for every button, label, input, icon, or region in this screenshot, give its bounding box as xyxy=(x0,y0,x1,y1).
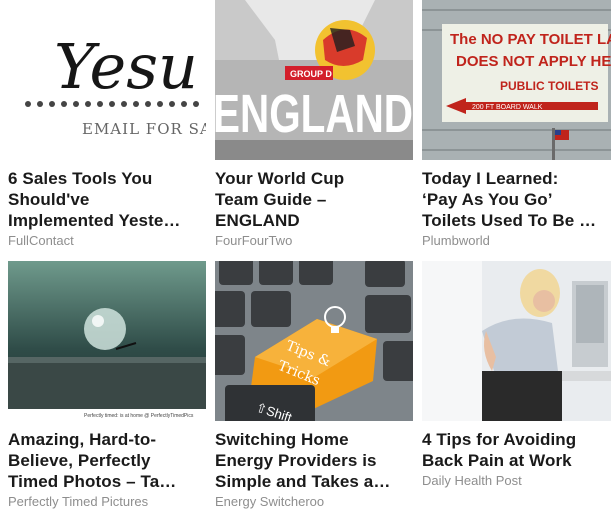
sign-line-3: PUBLIC TOILETS xyxy=(500,79,598,93)
keyboard-image: Tips & Tricks ⇧Shift xyxy=(215,261,413,421)
england-heading: ENGLAND xyxy=(215,84,413,144)
group-tag: GROUP D xyxy=(290,69,332,79)
sign-line-2: DOES NOT APPLY HERE xyxy=(456,53,611,70)
card-title[interactable]: Your World Cup Team Guide – ENGLAND xyxy=(215,168,421,231)
card-thumbnail[interactable]: Tips & Tricks ⇧Shift xyxy=(215,261,413,421)
card-thumbnail[interactable]: Perfectly timed: is at home @ PerfectlyT… xyxy=(8,261,206,421)
card-source: Plumbworld xyxy=(422,233,490,248)
card-source: Energy Switcheroo xyxy=(215,494,325,509)
card-title[interactable]: Amazing, Hard-to- Believe, Perfectly Tim… xyxy=(8,429,214,492)
card-title[interactable]: 4 Tips for Avoiding Back Pain at Work xyxy=(422,429,611,471)
card-thumbnail[interactable]: The NO PAY TOILET LAW DOES NOT APPLY HER… xyxy=(422,0,611,160)
logo-image: Yesu EMAIL FOR SAl xyxy=(8,0,206,160)
card-source: FullContact xyxy=(8,233,74,248)
football-player-image: GROUP D ENGLAND xyxy=(215,0,413,160)
card-title[interactable]: Today I Learned: ‘Pay As You Go’ Toilets… xyxy=(422,168,611,231)
card-source: Daily Health Post xyxy=(422,473,522,488)
water-drop-image: Perfectly timed: is at home @ PerfectlyT… xyxy=(8,261,206,421)
card-thumbnail[interactable] xyxy=(422,261,611,421)
card-title[interactable]: Switching Home Energy Providers is Simpl… xyxy=(215,429,421,492)
sign-line-4: 200 FT BOARD WALK xyxy=(472,104,543,111)
card-source: FourFourTwo xyxy=(215,233,293,248)
card-thumbnail[interactable]: Yesu EMAIL FOR SAl xyxy=(8,0,206,160)
card-title[interactable]: 6 Sales Tools You Should've Implemented … xyxy=(8,168,214,231)
card-thumbnail[interactable]: GROUP D ENGLAND xyxy=(215,0,413,160)
logo-script-text: Yesu xyxy=(54,30,198,103)
back-pain-image xyxy=(422,261,611,421)
logo-subtext: EMAIL FOR SAl xyxy=(82,120,206,138)
toilet-sign-image: The NO PAY TOILET LAW DOES NOT APPLY HER… xyxy=(422,0,611,160)
sign-line-1: The NO PAY TOILET LAW xyxy=(450,31,611,48)
card-source: Perfectly Timed Pictures xyxy=(8,494,149,509)
photo-caption: Perfectly timed: is at home @ PerfectlyT… xyxy=(84,413,194,419)
